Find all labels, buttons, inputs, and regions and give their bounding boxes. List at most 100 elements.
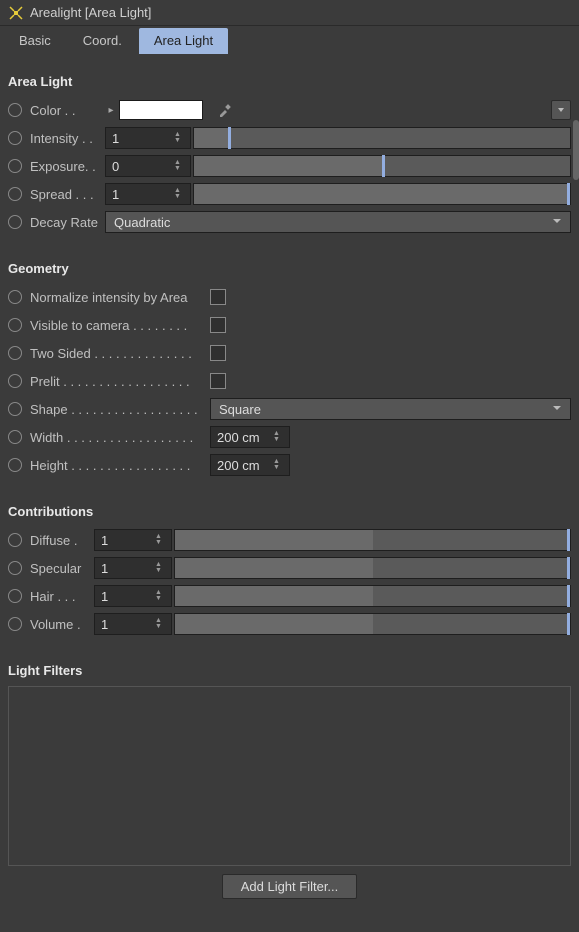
arealight-icon bbox=[8, 5, 24, 21]
chevron-down-icon bbox=[552, 216, 562, 229]
tab-basic[interactable]: Basic bbox=[4, 28, 66, 54]
spread-slider[interactable] bbox=[193, 183, 571, 205]
exposure-input[interactable]: 0 ▲▼ bbox=[105, 155, 191, 177]
volume-input[interactable]: 1 ▲▼ bbox=[94, 613, 172, 635]
spread-spinner[interactable]: ▲▼ bbox=[174, 188, 184, 200]
eyedropper-icon[interactable] bbox=[215, 100, 235, 120]
volume-spinner[interactable]: ▲▼ bbox=[155, 618, 165, 630]
color-options-button[interactable] bbox=[551, 100, 571, 120]
intensity-input[interactable]: 1 ▲▼ bbox=[105, 127, 191, 149]
shape-select[interactable]: Square bbox=[210, 398, 571, 420]
label-specular: Specular bbox=[30, 561, 94, 576]
anim-toggle-twosided[interactable] bbox=[8, 346, 22, 360]
tab-coord[interactable]: Coord. bbox=[68, 28, 137, 54]
row-volume: Volume . 1 ▲▼ bbox=[8, 611, 571, 637]
prelit-checkbox[interactable] bbox=[210, 373, 226, 389]
light-filters-list[interactable] bbox=[8, 686, 571, 866]
anim-toggle-width[interactable] bbox=[8, 430, 22, 444]
color-expand-arrow[interactable]: ▸ bbox=[105, 100, 117, 120]
anim-toggle-color[interactable] bbox=[8, 103, 22, 117]
anim-toggle-volume[interactable] bbox=[8, 617, 22, 631]
tab-area-light[interactable]: Area Light bbox=[139, 28, 228, 54]
anim-toggle-specular[interactable] bbox=[8, 561, 22, 575]
label-visible: Visible to camera . . . . . . . . bbox=[30, 318, 210, 333]
row-color: Color . . ▸ bbox=[8, 97, 571, 123]
label-decay: Decay Rate bbox=[30, 215, 105, 230]
spread-input[interactable]: 1 ▲▼ bbox=[105, 183, 191, 205]
window-title: Arealight [Area Light] bbox=[30, 5, 151, 20]
add-light-filter-button[interactable]: Add Light Filter... bbox=[222, 874, 358, 899]
label-spread: Spread . . . bbox=[30, 187, 105, 202]
row-height: Height . . . . . . . . . . . . . . . . .… bbox=[8, 452, 571, 478]
chevron-down-icon bbox=[552, 403, 562, 416]
label-hair: Hair . . . bbox=[30, 589, 94, 604]
anim-toggle-intensity[interactable] bbox=[8, 131, 22, 145]
row-width: Width . . . . . . . . . . . . . . . . . … bbox=[8, 424, 571, 450]
label-exposure: Exposure. . bbox=[30, 159, 105, 174]
row-visible: Visible to camera . . . . . . . . bbox=[8, 312, 571, 338]
row-hair: Hair . . . 1 ▲▼ bbox=[8, 583, 571, 609]
anim-toggle-height[interactable] bbox=[8, 458, 22, 472]
diffuse-value: 1 bbox=[101, 533, 155, 548]
normalize-checkbox[interactable] bbox=[210, 289, 226, 305]
color-swatch[interactable] bbox=[119, 100, 203, 120]
hair-spinner[interactable]: ▲▼ bbox=[155, 590, 165, 602]
height-input[interactable]: 200 cm ▲▼ bbox=[210, 454, 290, 476]
anim-toggle-shape[interactable] bbox=[8, 402, 22, 416]
hair-slider[interactable] bbox=[174, 585, 571, 607]
row-prelit: Prelit . . . . . . . . . . . . . . . . .… bbox=[8, 368, 571, 394]
scrollbar-thumb[interactable] bbox=[573, 120, 579, 180]
visible-checkbox[interactable] bbox=[210, 317, 226, 333]
specular-value: 1 bbox=[101, 561, 155, 576]
specular-spinner[interactable]: ▲▼ bbox=[155, 562, 165, 574]
window-header: Arealight [Area Light] bbox=[0, 0, 579, 26]
anim-toggle-normalize[interactable] bbox=[8, 290, 22, 304]
intensity-value: 1 bbox=[112, 131, 174, 146]
height-value: 200 cm bbox=[217, 458, 273, 473]
shape-value: Square bbox=[219, 402, 261, 417]
intensity-spinner[interactable]: ▲▼ bbox=[174, 132, 184, 144]
width-value: 200 cm bbox=[217, 430, 273, 445]
diffuse-spinner[interactable]: ▲▼ bbox=[155, 534, 165, 546]
height-spinner[interactable]: ▲▼ bbox=[273, 459, 283, 471]
twosided-checkbox[interactable] bbox=[210, 345, 226, 361]
label-height: Height . . . . . . . . . . . . . . . . . bbox=[30, 458, 210, 473]
row-shape: Shape . . . . . . . . . . . . . . . . . … bbox=[8, 396, 571, 422]
width-input[interactable]: 200 cm ▲▼ bbox=[210, 426, 290, 448]
row-twosided: Two Sided . . . . . . . . . . . . . . bbox=[8, 340, 571, 366]
exposure-spinner[interactable]: ▲▼ bbox=[174, 160, 184, 172]
volume-slider[interactable] bbox=[174, 613, 571, 635]
anim-toggle-prelit[interactable] bbox=[8, 374, 22, 388]
section-title-arealight: Area Light bbox=[8, 74, 571, 89]
specular-slider[interactable] bbox=[174, 557, 571, 579]
exposure-value: 0 bbox=[112, 159, 174, 174]
anim-toggle-spread[interactable] bbox=[8, 187, 22, 201]
row-decay: Decay Rate Quadratic bbox=[8, 209, 571, 235]
anim-toggle-exposure[interactable] bbox=[8, 159, 22, 173]
label-intensity: Intensity . . bbox=[30, 131, 105, 146]
decay-value: Quadratic bbox=[114, 215, 170, 230]
row-normalize: Normalize intensity by Area bbox=[8, 284, 571, 310]
anim-toggle-hair[interactable] bbox=[8, 589, 22, 603]
width-spinner[interactable]: ▲▼ bbox=[273, 431, 283, 443]
content-area: Area Light Color . . ▸ Intensity . . 1 ▲… bbox=[0, 54, 579, 907]
spread-value: 1 bbox=[112, 187, 174, 202]
hair-input[interactable]: 1 ▲▼ bbox=[94, 585, 172, 607]
exposure-slider[interactable] bbox=[193, 155, 571, 177]
intensity-slider[interactable] bbox=[193, 127, 571, 149]
label-color: Color . . bbox=[30, 103, 105, 118]
label-normalize: Normalize intensity by Area bbox=[30, 290, 210, 305]
anim-toggle-diffuse[interactable] bbox=[8, 533, 22, 547]
label-width: Width . . . . . . . . . . . . . . . . . … bbox=[30, 430, 210, 445]
anim-toggle-decay[interactable] bbox=[8, 215, 22, 229]
row-diffuse: Diffuse . 1 ▲▼ bbox=[8, 527, 571, 553]
row-exposure: Exposure. . 0 ▲▼ bbox=[8, 153, 571, 179]
hair-value: 1 bbox=[101, 589, 155, 604]
label-twosided: Two Sided . . . . . . . . . . . . . . bbox=[30, 346, 210, 361]
anim-toggle-visible[interactable] bbox=[8, 318, 22, 332]
specular-input[interactable]: 1 ▲▼ bbox=[94, 557, 172, 579]
diffuse-input[interactable]: 1 ▲▼ bbox=[94, 529, 172, 551]
vertical-scrollbar[interactable] bbox=[573, 110, 579, 932]
decay-select[interactable]: Quadratic bbox=[105, 211, 571, 233]
diffuse-slider[interactable] bbox=[174, 529, 571, 551]
